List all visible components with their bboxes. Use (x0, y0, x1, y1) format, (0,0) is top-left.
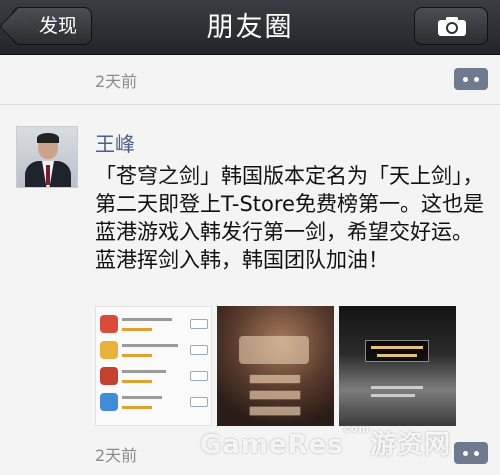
post-image-game-dialog[interactable] (339, 306, 456, 426)
post-image-game-title[interactable] (217, 306, 334, 426)
camera-icon (438, 17, 466, 36)
comment-button[interactable] (454, 442, 488, 464)
post-text: 「苍穹之剑」韩国版本定名为「天上剑」，第二天即登上T-Store免费榜第一。这也… (95, 164, 484, 272)
divider (0, 104, 500, 105)
dot-icon (463, 77, 468, 82)
dot-icon (463, 451, 468, 456)
watermark: GameRescom游资网 (200, 424, 451, 460)
post-time: 2天前 (95, 446, 138, 465)
camera-button[interactable] (414, 7, 488, 45)
previous-post-comment-button[interactable] (454, 68, 488, 90)
back-button[interactable]: 发现 (12, 7, 93, 45)
post-image-store-ranking[interactable] (95, 306, 212, 426)
dot-icon (474, 77, 479, 82)
previous-post-time: 2天前 (95, 72, 138, 91)
back-button-label: 发现 (39, 15, 78, 37)
navbar: 朋友圈 发现 (0, 0, 500, 55)
user-name[interactable]: 王峰 (95, 128, 135, 157)
dot-icon (474, 451, 479, 456)
avatar[interactable] (16, 126, 78, 188)
